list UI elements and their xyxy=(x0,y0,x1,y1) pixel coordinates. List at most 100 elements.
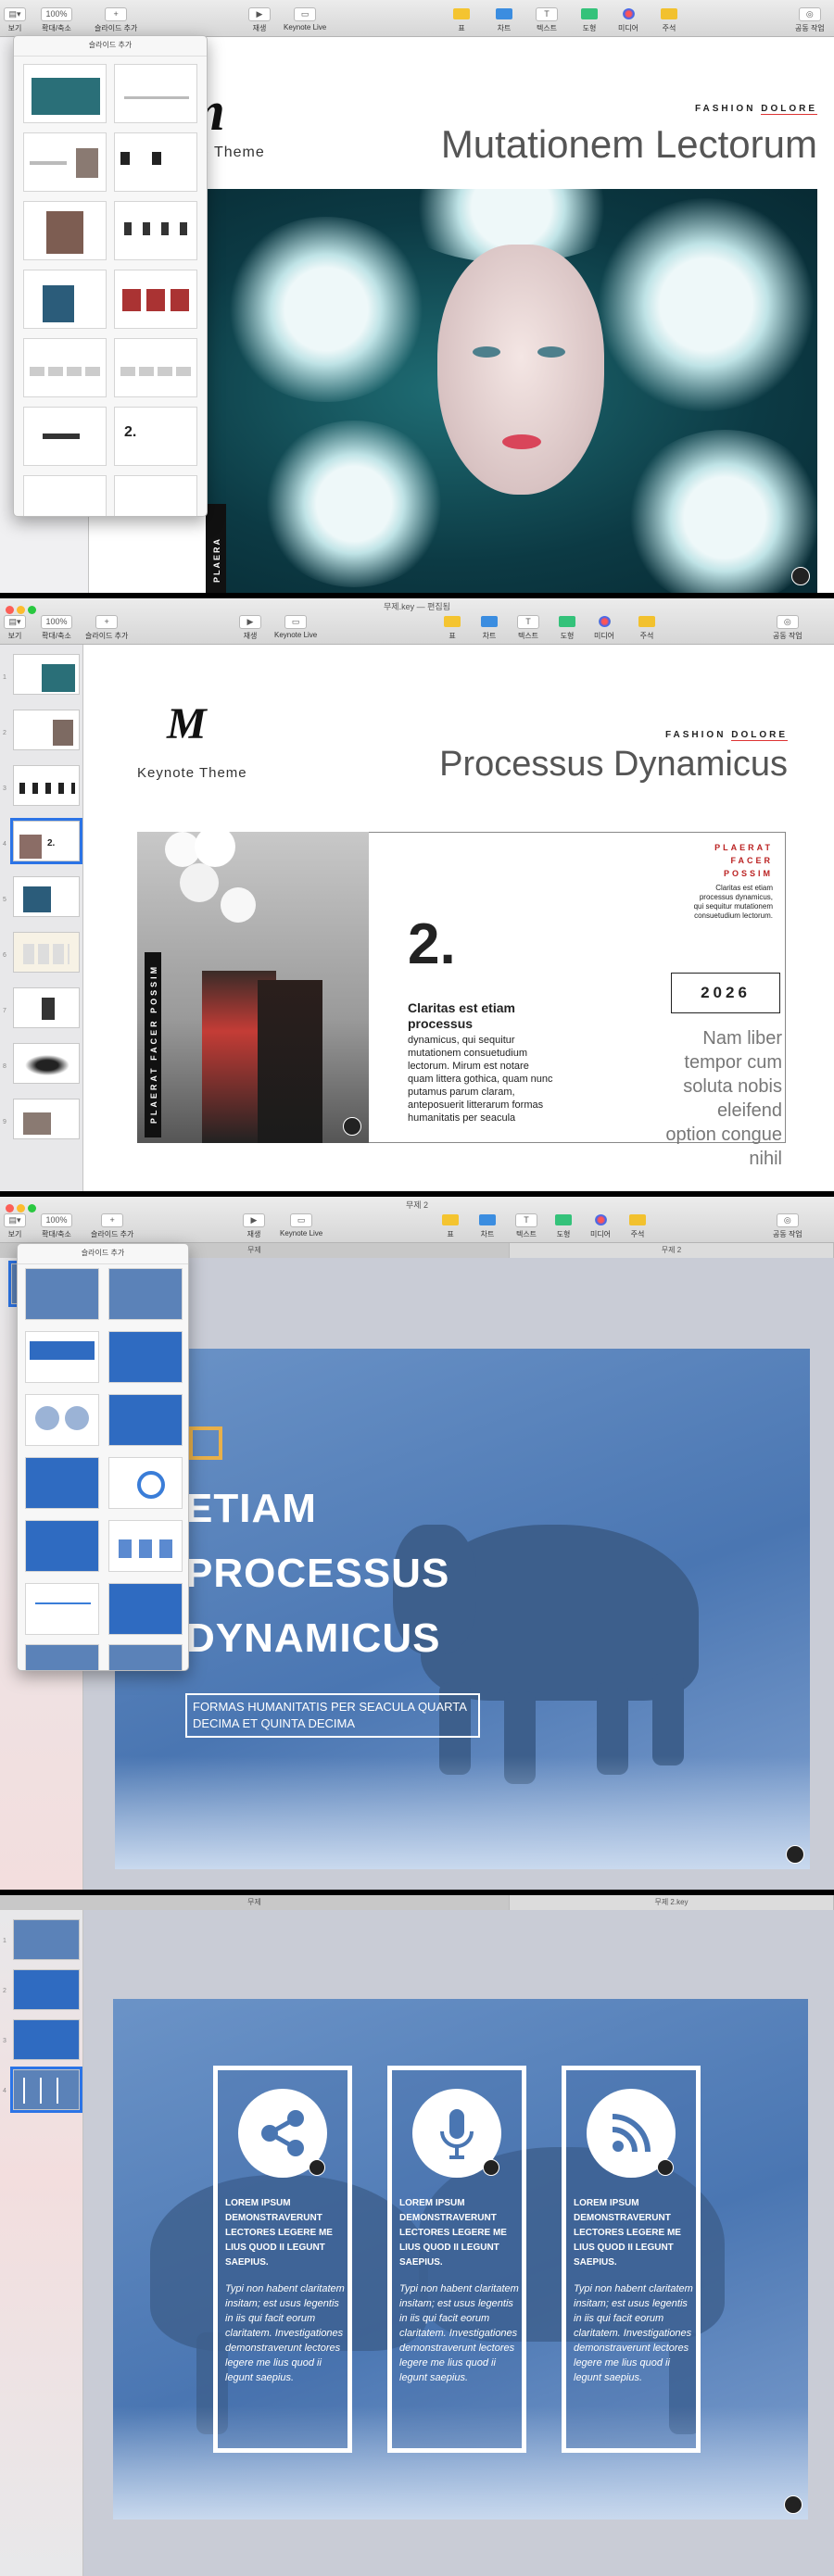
comment-button[interactable]: 주석 xyxy=(626,1213,649,1239)
shape-button[interactable]: 도형 xyxy=(552,1213,575,1239)
thumb-3[interactable] xyxy=(13,2019,80,2060)
collaborate-button[interactable]: ◎ 공동 작업 xyxy=(773,615,802,641)
text-button[interactable]: T 텍스트 xyxy=(515,1213,537,1239)
layout-thumb-11[interactable] xyxy=(25,1583,99,1635)
layout-thumb-13[interactable] xyxy=(23,475,107,516)
layout-thumb-2[interactable] xyxy=(114,64,197,123)
zoom-button[interactable]: 100% 확대/축소 xyxy=(41,615,72,641)
media-placeholder-icon[interactable] xyxy=(483,2159,499,2176)
hero-photo: PLAERA xyxy=(206,189,817,593)
chart-button[interactable]: 차트 xyxy=(478,615,500,641)
layout-thumb-2[interactable] xyxy=(108,1268,183,1320)
table-button[interactable]: 표 xyxy=(441,615,463,641)
chart-button[interactable]: 차트 xyxy=(476,1213,499,1239)
screen-icon: ▭ xyxy=(290,1213,313,1227)
document-tab-1[interactable]: 무제 xyxy=(0,1895,510,1910)
layout-thumb-12[interactable]: 2. xyxy=(114,407,197,466)
media-placeholder-icon[interactable] xyxy=(309,2159,325,2176)
layout-thumb-8[interactable] xyxy=(114,270,197,329)
slide-4[interactable]: LOREM IPSUM DEMONSTRAVERUNT LECTORES LEG… xyxy=(113,1999,808,2519)
layout-thumb-10[interactable] xyxy=(114,338,197,397)
slide-3[interactable]: ETIAM PROCESSUS DYNAMICUS FORMAS HUMANIT… xyxy=(115,1349,810,1869)
table-button[interactable]: 표 xyxy=(450,7,473,33)
media-button[interactable]: 미디어 xyxy=(617,7,639,33)
shape-button[interactable]: 도형 xyxy=(578,7,600,33)
layout-thumb-5[interactable] xyxy=(25,1394,99,1446)
media-placeholder-icon[interactable] xyxy=(343,1117,361,1136)
play-button[interactable]: ▶ 재생 xyxy=(248,7,271,33)
layout-thumb-4[interactable] xyxy=(114,132,197,192)
thumb-1[interactable] xyxy=(13,654,80,695)
layout-thumb-3[interactable] xyxy=(25,1331,99,1383)
thumb-6[interactable] xyxy=(13,932,80,973)
chart-button[interactable]: 차트 xyxy=(493,7,515,33)
keynote-live-button[interactable]: ▭ Keynote Live xyxy=(280,1213,322,1238)
play-button[interactable]: ▶ 재생 xyxy=(243,1213,265,1239)
layout-thumb-3[interactable] xyxy=(23,132,107,192)
toolbar: 무제.key — 편집됨 ▤▾ 보기 100% 확대/축소 + 슬라이드 추가 ▶ 재생… xyxy=(0,598,834,645)
zoom-button[interactable]: 100% 확대/축소 xyxy=(41,7,72,33)
shape-button[interactable]: 도형 xyxy=(556,615,578,641)
layout-thumb-10[interactable] xyxy=(108,1520,183,1572)
media-placeholder-icon[interactable] xyxy=(786,1845,804,1864)
layout-thumb-7[interactable] xyxy=(25,1457,99,1509)
slide-number: 5 xyxy=(3,897,6,903)
collaborate-button[interactable]: ◎ 공동 작업 xyxy=(773,1213,802,1239)
media-placeholder-icon[interactable] xyxy=(657,2159,674,2176)
text-button[interactable]: T 텍스트 xyxy=(517,615,539,641)
shape-label: 도형 xyxy=(560,632,575,640)
layout-thumb-14[interactable] xyxy=(108,1644,183,1670)
keynote-live-button[interactable]: ▭ Keynote Live xyxy=(284,7,326,31)
media-button[interactable]: 미디어 xyxy=(593,615,615,641)
layout-thumb-6[interactable] xyxy=(108,1394,183,1446)
thumb-8[interactable] xyxy=(13,1043,80,1084)
comment-button[interactable]: 주석 xyxy=(636,615,658,641)
add-slide-button[interactable]: + 슬라이드 추가 xyxy=(91,1213,133,1239)
keynote-live-label: Keynote Live xyxy=(274,631,318,639)
thumb-4[interactable] xyxy=(13,2069,80,2110)
thumb-4[interactable]: 2. xyxy=(13,821,80,861)
layout-thumb-1[interactable] xyxy=(23,64,107,123)
keynote-live-button[interactable]: ▭ Keynote Live xyxy=(274,615,317,639)
zoom-button[interactable]: 100% 확대/축소 xyxy=(41,1213,72,1239)
play-button[interactable]: ▶ 재생 xyxy=(239,615,261,641)
document-tab-2[interactable]: 무제 2.key xyxy=(510,1895,834,1910)
add-slide-button[interactable]: + 슬라이드 추가 xyxy=(85,615,128,641)
layout-thumb-7[interactable] xyxy=(23,270,107,329)
table-button[interactable]: 표 xyxy=(439,1213,461,1239)
slide-title: Mutationem Lectorum xyxy=(440,122,817,166)
text-button[interactable]: T 텍스트 xyxy=(536,7,558,33)
thumb-2[interactable] xyxy=(13,1969,80,2010)
view-button[interactable]: ▤▾ 보기 xyxy=(4,1213,26,1239)
layout-thumb-12[interactable] xyxy=(108,1583,183,1635)
media-button[interactable]: 미디어 xyxy=(589,1213,612,1239)
layout-thumb-6[interactable] xyxy=(114,201,197,260)
media-placeholder-icon[interactable] xyxy=(784,2495,802,2514)
comment-button[interactable]: 주석 xyxy=(658,7,680,33)
layout-thumb-13[interactable] xyxy=(25,1644,99,1670)
media-placeholder-icon[interactable] xyxy=(791,567,810,585)
thumb-7[interactable] xyxy=(13,987,80,1028)
layout-thumb-11[interactable] xyxy=(23,407,107,466)
thumb-5[interactable] xyxy=(13,876,80,917)
layout-thumb-9[interactable] xyxy=(25,1520,99,1572)
slide-2[interactable]: M Keynote Theme FASHION DOLORE Processus… xyxy=(83,645,834,1191)
layout-thumb-8[interactable] xyxy=(108,1457,183,1509)
layout-thumb-5[interactable] xyxy=(23,201,107,260)
layout-thumb-9[interactable] xyxy=(23,338,107,397)
thumb-1[interactable] xyxy=(13,1919,80,1960)
layout-thumb-4[interactable] xyxy=(108,1331,183,1383)
document-tab-2[interactable]: 무제 2 xyxy=(510,1243,834,1258)
view-button[interactable]: ▤▾ 보기 xyxy=(4,7,26,33)
collaborate-button[interactable]: ◎ 공동 작업 xyxy=(795,7,825,33)
keynote-window-2: 무제.key — 편집됨 ▤▾ 보기 100% 확대/축소 + 슬라이드 추가 ▶ 재생… xyxy=(0,598,834,1191)
layout-thumb-1[interactable] xyxy=(25,1268,99,1320)
add-slide-button[interactable]: + 슬라이드 추가 xyxy=(95,7,137,33)
thumb-2[interactable] xyxy=(13,710,80,750)
thumb-9[interactable] xyxy=(13,1099,80,1139)
plus-icon: + xyxy=(101,1213,124,1227)
view-button[interactable]: ▤▾ 보기 xyxy=(4,615,26,641)
thumb-3[interactable] xyxy=(13,765,80,806)
layout-thumb-14[interactable] xyxy=(114,475,197,516)
text-icon: T xyxy=(517,615,539,629)
